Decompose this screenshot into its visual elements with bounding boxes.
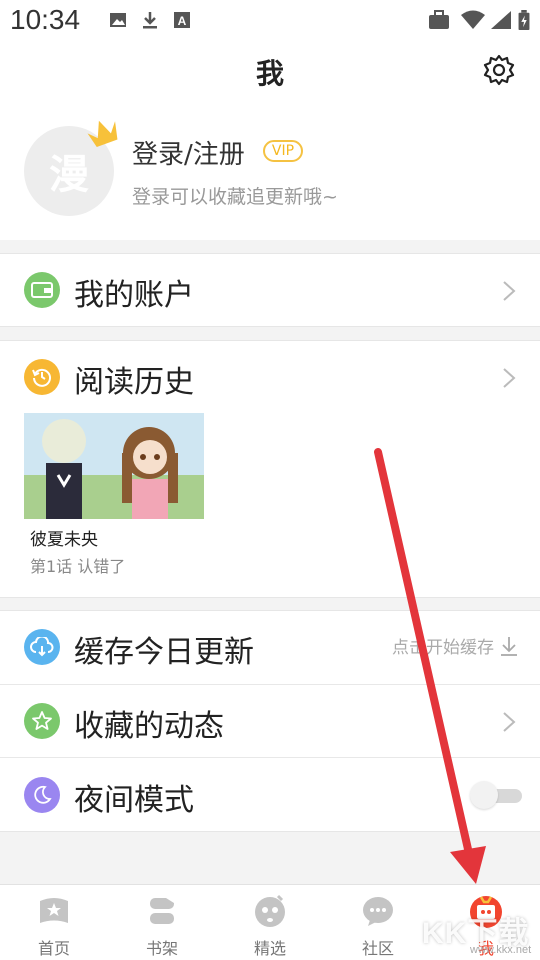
nav-label: 精选 bbox=[253, 939, 286, 958]
download-arrow-icon bbox=[501, 636, 517, 656]
comic-title[interactable]: 彼夏未央 bbox=[30, 525, 98, 550]
menu-item-label: 夜间模式 bbox=[74, 783, 194, 818]
comic-cover-image[interactable] bbox=[24, 413, 204, 519]
wallet-icon bbox=[24, 272, 60, 308]
chevron-right-icon bbox=[503, 368, 516, 388]
status-time: 10:34 bbox=[10, 4, 81, 35]
toggle-knob bbox=[470, 781, 498, 809]
nav-label: 书架 bbox=[145, 939, 178, 958]
cloud-download-icon bbox=[24, 629, 60, 665]
home-book-icon bbox=[40, 898, 68, 923]
menu-item-favorites[interactable]: 收藏的动态 bbox=[0, 685, 540, 757]
download-notification-icon bbox=[143, 12, 157, 29]
nav-label: 首页 bbox=[37, 939, 70, 958]
menu-item-label: 阅读历史 bbox=[74, 365, 194, 400]
chevron-right-icon bbox=[503, 712, 516, 732]
night-mode-toggle[interactable] bbox=[470, 781, 522, 809]
wifi-icon bbox=[461, 10, 485, 29]
nav-featured[interactable]: 精选 bbox=[216, 885, 324, 960]
status-bar: 10:34 A bbox=[0, 0, 540, 44]
menu-item-label: 缓存今日更新 bbox=[74, 635, 254, 670]
briefcase-icon bbox=[429, 10, 449, 29]
settings-card: 缓存今日更新 点击开始缓存 收藏的动态 夜间模式 bbox=[0, 610, 540, 832]
account-card: 我的账户 bbox=[0, 253, 540, 327]
chat-bubble-icon bbox=[363, 897, 393, 926]
start-cache-button[interactable]: 点击开始缓存 bbox=[392, 633, 518, 658]
page-header: 我 bbox=[0, 44, 540, 96]
menu-item-label: 我的账户 bbox=[74, 278, 194, 313]
menu-item-cache[interactable]: 缓存今日更新 点击开始缓存 bbox=[0, 611, 540, 683]
bookshelf-icon bbox=[150, 898, 174, 924]
vip-badge: VIP bbox=[263, 140, 303, 162]
star-icon bbox=[24, 703, 60, 739]
menu-item-history[interactable]: 阅读历史 bbox=[0, 341, 540, 413]
login-hint: 登录可以收藏追更新哦~ bbox=[132, 186, 338, 208]
nav-label: 社区 bbox=[361, 939, 394, 958]
menu-item-account[interactable]: 我的账户 bbox=[0, 254, 540, 326]
history-card: 阅读历史 彼夏未央 第1话 认错了 bbox=[0, 340, 540, 598]
divider bbox=[0, 757, 540, 758]
page-title: 我 bbox=[255, 57, 284, 90]
profile-section[interactable]: 漫 登录/注册 VIP 登录可以收藏追更新哦~ bbox=[0, 96, 540, 240]
nav-community[interactable]: 社区 bbox=[324, 885, 432, 960]
start-cache-label: 点击开始缓存 bbox=[392, 638, 494, 658]
chevron-right-icon bbox=[503, 281, 516, 301]
nav-home[interactable]: 首页 bbox=[0, 885, 108, 960]
featured-face-icon bbox=[255, 894, 285, 927]
crown-icon bbox=[87, 120, 118, 148]
signal-icon bbox=[491, 11, 511, 29]
menu-item-night-mode: 夜间模式 bbox=[0, 759, 540, 831]
nav-shelf[interactable]: 书架 bbox=[108, 885, 216, 960]
menu-item-label: 收藏的动态 bbox=[74, 709, 224, 744]
moon-icon bbox=[24, 777, 60, 813]
watermark-url: www.kkx.net bbox=[470, 944, 532, 956]
battery-icon bbox=[518, 10, 530, 30]
login-register-link[interactable]: 登录/注册 bbox=[132, 134, 245, 171]
svg-text:A: A bbox=[178, 14, 187, 28]
comic-chapter: 第1话 认错了 bbox=[30, 557, 126, 576]
font-notification-icon: A bbox=[174, 12, 190, 28]
settings-gear-icon[interactable] bbox=[482, 53, 516, 87]
image-notification-icon bbox=[110, 13, 126, 27]
history-clock-icon bbox=[24, 359, 60, 395]
